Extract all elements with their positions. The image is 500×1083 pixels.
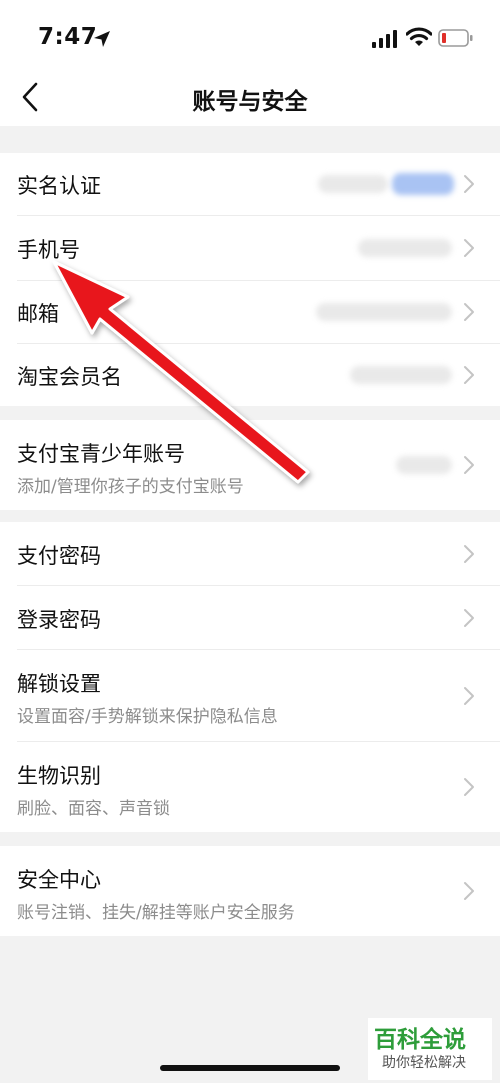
row-label: 手机号 — [17, 238, 80, 262]
row-label: 生物识别 — [17, 764, 101, 788]
masked-value — [358, 239, 452, 257]
chevron-right-icon — [464, 239, 474, 257]
youth-account-group: 支付宝青少年账号 添加/管理你孩子的支付宝账号 — [0, 420, 500, 510]
wifi-icon — [406, 27, 432, 46]
cellular-signal-icon — [372, 30, 397, 48]
row-subtitle: 刷脸、面容、声音锁 — [17, 799, 170, 819]
navigation-bar: 账号与安全 — [0, 70, 500, 126]
row-label: 支付宝青少年账号 — [17, 442, 185, 466]
chevron-right-icon — [464, 456, 474, 474]
masked-value — [350, 366, 452, 384]
row-subtitle: 添加/管理你孩子的支付宝账号 — [17, 477, 244, 497]
row-label: 支付密码 — [17, 544, 101, 568]
row-subtitle: 设置面容/手势解锁来保护隐私信息 — [17, 707, 278, 727]
row-payment-password[interactable]: 支付密码 — [0, 522, 500, 585]
masked-value — [396, 456, 452, 474]
row-label: 实名认证 — [17, 174, 101, 198]
row-youth-account[interactable]: 支付宝青少年账号 添加/管理你孩子的支付宝账号 — [0, 420, 500, 510]
page-title: 账号与安全 — [192, 89, 308, 115]
masked-value — [318, 175, 388, 193]
row-phone-number[interactable]: 手机号 — [0, 216, 500, 280]
row-unlock-settings[interactable]: 解锁设置 设置面容/手势解锁来保护隐私信息 — [0, 650, 500, 741]
row-login-password[interactable]: 登录密码 — [0, 586, 500, 649]
row-label: 安全中心 — [17, 868, 101, 892]
watermark-subtitle: 助你轻松解决 — [382, 1055, 466, 1071]
chevron-right-icon — [464, 778, 474, 796]
row-security-center[interactable]: 安全中心 账号注销、挂失/解挂等账户安全服务 — [0, 846, 500, 936]
row-label: 淘宝会员名 — [17, 365, 122, 389]
watermark-logo: 百科全说 助你轻松解决 — [368, 1018, 492, 1080]
location-arrow-icon — [94, 31, 110, 47]
row-label: 邮箱 — [17, 302, 59, 326]
security-center-group: 安全中心 账号注销、挂失/解挂等账户安全服务 — [0, 846, 500, 936]
row-subtitle: 账号注销、挂失/解挂等账户安全服务 — [17, 903, 295, 923]
row-real-name-verification[interactable]: 实名认证 — [0, 153, 500, 215]
chevron-right-icon — [464, 366, 474, 384]
battery-low-icon — [438, 29, 473, 47]
security-settings-group: 支付密码 登录密码 解锁设置 设置面容/手势解锁来保护隐私信息 生物识别 刷脸、… — [0, 522, 500, 832]
row-label: 登录密码 — [17, 608, 101, 632]
status-time: 7:47 — [38, 24, 98, 50]
account-info-group: 实名认证 手机号 邮箱 淘宝会员名 — [0, 153, 500, 406]
row-taobao-member-name[interactable]: 淘宝会员名 — [0, 344, 500, 406]
watermark-title: 百科全说 — [374, 1027, 466, 1053]
row-label: 解锁设置 — [17, 672, 101, 696]
chevron-right-icon — [464, 687, 474, 705]
masked-value — [316, 303, 452, 321]
verified-badge — [392, 173, 454, 195]
row-email[interactable]: 邮箱 — [0, 281, 500, 343]
chevron-right-icon — [464, 303, 474, 321]
status-bar: 7:47 — [0, 0, 500, 70]
chevron-right-icon — [464, 609, 474, 627]
home-indicator[interactable] — [160, 1065, 340, 1071]
chevron-right-icon — [464, 545, 474, 563]
chevron-right-icon — [464, 882, 474, 900]
chevron-right-icon — [464, 175, 474, 193]
row-biometrics[interactable]: 生物识别 刷脸、面容、声音锁 — [0, 742, 500, 832]
